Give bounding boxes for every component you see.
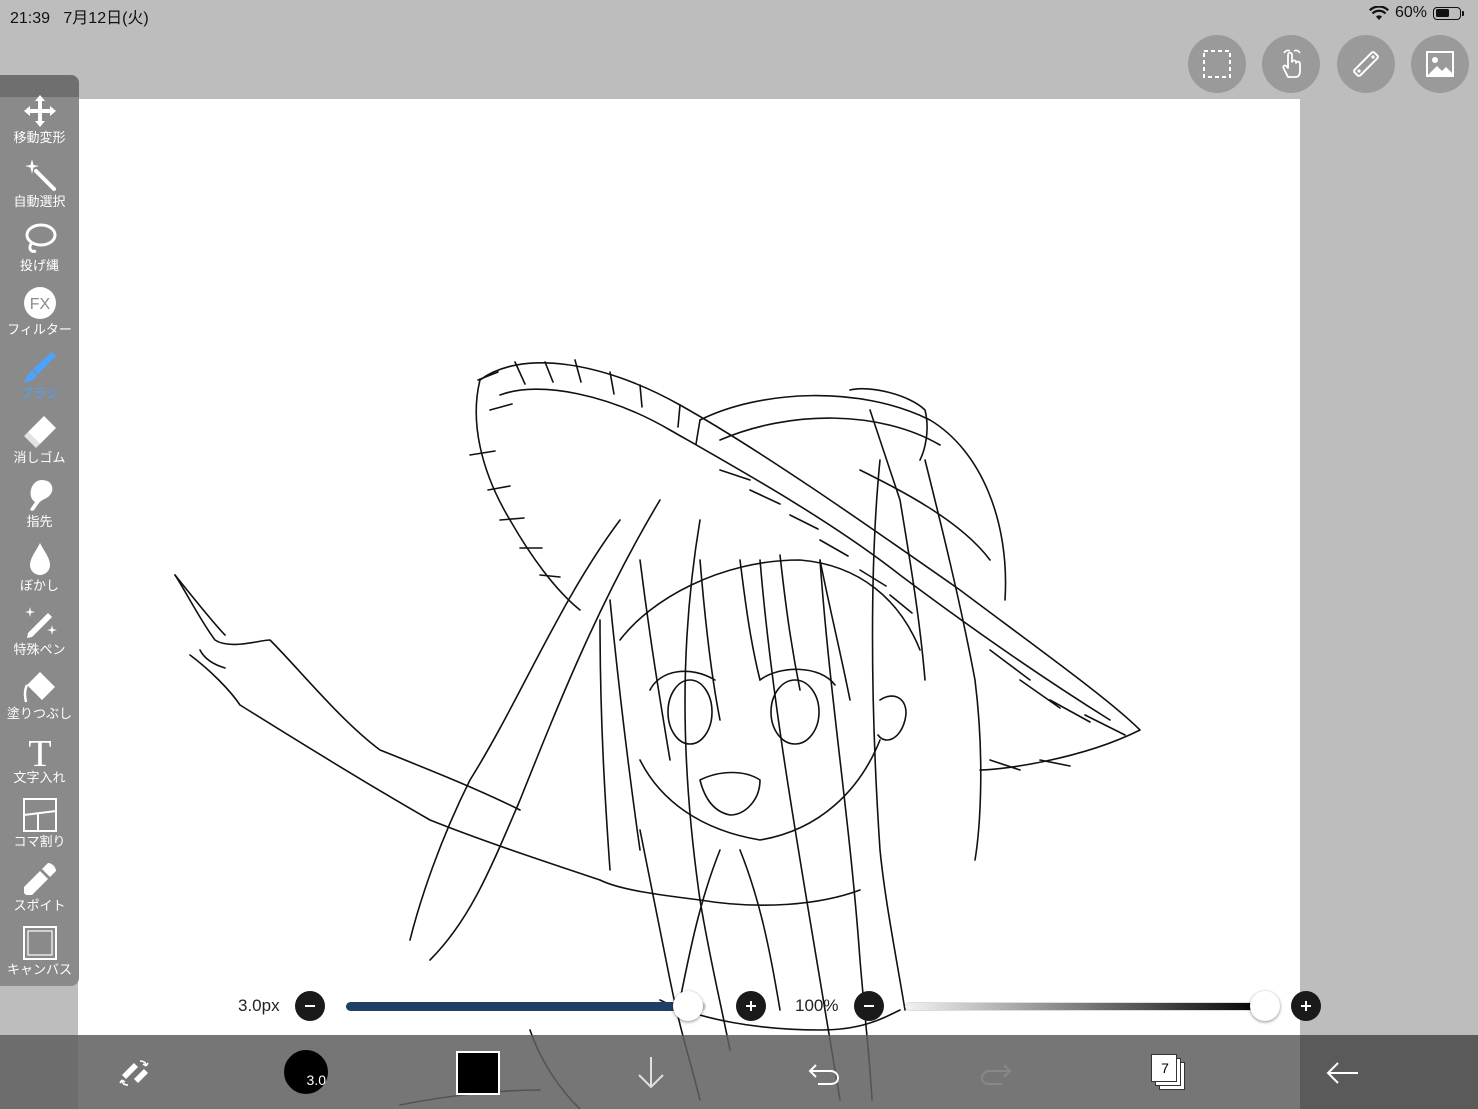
selection-icon <box>1203 50 1231 78</box>
bottom-toolbar: 3.0 <box>0 1035 1478 1109</box>
brush-size-button[interactable]: 3.0 <box>283 1049 329 1095</box>
date-text: 7月12日(火) <box>63 10 149 27</box>
status-bar: 21:39 7月12日(火) 60% <box>0 0 1478 28</box>
tool-label: 指先 <box>26 514 53 529</box>
eraser-icon <box>23 416 56 448</box>
tool-label: キャンバス <box>6 962 72 977</box>
opacity-value: 100% <box>795 996 839 1015</box>
size-minus-button[interactable] <box>295 991 325 1021</box>
minus-icon <box>305 1005 315 1007</box>
tool-label: スポイト <box>13 898 66 913</box>
tool-label: 自動選択 <box>13 194 66 209</box>
brush-icon <box>23 352 56 382</box>
lasso-icon <box>25 223 56 253</box>
slider-row: 3.0px 100% <box>0 988 1478 1026</box>
text-t-icon: T <box>28 733 51 769</box>
move-arrows-icon <box>23 95 56 127</box>
eyedropper-icon <box>23 863 56 895</box>
ruler-button[interactable] <box>1337 35 1395 93</box>
tool-blur[interactable]: ぼかし <box>0 535 79 599</box>
layers-icon: 7 <box>1151 1054 1177 1082</box>
tool-special-pen[interactable]: 特殊ペン <box>0 599 79 663</box>
opacity-plus-button[interactable] <box>1291 991 1321 1021</box>
redo-icon <box>980 1064 1012 1085</box>
undo-icon <box>808 1064 840 1085</box>
opacity-slider[interactable] <box>905 1002 1265 1011</box>
tool-label: コマ割り <box>13 834 66 849</box>
gesture-hand-icon <box>1282 49 1301 78</box>
swap-tool-button[interactable] <box>110 1049 158 1097</box>
swap-tool-icon <box>119 1060 149 1086</box>
tool-label: 特殊ペン <box>13 642 66 657</box>
tool-lasso[interactable]: 投げ縄 <box>0 215 79 279</box>
minus-icon <box>864 1005 874 1007</box>
tool-fill[interactable]: 塗りつぶし <box>0 663 79 727</box>
tool-sidebar: 移動変形 自動選択 投げ縄 FX フィルター ブラシ 消しゴム 指先 ぼかし 特… <box>0 75 79 986</box>
status-time: 21:39 7月12日(火) <box>10 4 149 28</box>
brush-size-label: 3.0 <box>306 1072 326 1088</box>
tool-label: 塗りつぶし <box>6 706 73 721</box>
ruler-icon <box>1353 51 1379 77</box>
size-slider-handle[interactable] <box>673 991 703 1021</box>
wifi-icon <box>1368 5 1389 20</box>
size-value: 3.0px <box>238 996 280 1015</box>
finger-smudge-icon <box>29 480 52 511</box>
opacity-minus-button[interactable] <box>854 991 884 1021</box>
bucket-icon <box>23 672 55 703</box>
opacity-slider-handle[interactable] <box>1250 991 1280 1021</box>
color-swatch[interactable] <box>456 1051 500 1095</box>
line-art <box>174 359 1141 1109</box>
download-icon <box>638 1057 664 1089</box>
plus-icon <box>1301 1001 1311 1011</box>
layers-button[interactable]: 7 <box>1151 1054 1187 1090</box>
tool-frame[interactable]: コマ割り <box>0 791 79 855</box>
tool-label: ぼかし <box>19 578 59 593</box>
download-button[interactable] <box>627 1049 675 1097</box>
canvas-icon <box>22 926 57 960</box>
size-slider-fill <box>346 1002 688 1011</box>
size-plus-button[interactable] <box>736 991 766 1021</box>
status-right: 60% <box>1368 4 1464 22</box>
image-material-icon <box>1426 51 1454 77</box>
size-slider[interactable] <box>346 1002 706 1011</box>
plus-icon <box>746 1001 756 1011</box>
redo-button[interactable] <box>972 1049 1020 1097</box>
gesture-button[interactable] <box>1262 35 1320 93</box>
svg-text:T: T <box>28 733 51 769</box>
back-button[interactable] <box>1318 1049 1366 1097</box>
drawing-canvas[interactable] <box>78 99 1300 1109</box>
drop-icon <box>29 543 50 575</box>
tool-move[interactable]: 移動変形 <box>0 87 79 151</box>
back-arrow-icon <box>1326 1062 1358 1084</box>
material-button[interactable] <box>1411 35 1469 93</box>
tool-magic-wand[interactable]: 自動選択 <box>0 151 79 215</box>
tool-label: 文字入れ <box>13 770 66 785</box>
selection-button[interactable] <box>1188 35 1246 93</box>
tool-label: 投げ縄 <box>19 258 59 273</box>
battery-percent: 60% <box>1394 4 1427 21</box>
sparkle-pen-icon <box>24 607 57 638</box>
tool-label: 移動変形 <box>13 130 66 145</box>
tool-eyedropper[interactable]: スポイト <box>0 855 79 919</box>
tool-brush[interactable]: ブラシ <box>0 343 79 407</box>
tool-eraser[interactable]: 消しゴム <box>0 407 79 471</box>
tool-filter[interactable]: FX フィルター <box>0 279 79 343</box>
tool-label: 消しゴム <box>13 450 66 465</box>
time-text: 21:39 <box>10 10 51 27</box>
frame-divider-icon <box>22 798 57 832</box>
undo-button[interactable] <box>800 1049 848 1097</box>
tool-label: ブラシ <box>20 386 59 401</box>
battery-nub <box>1462 10 1464 16</box>
tool-finger[interactable]: 指先 <box>0 471 79 535</box>
svg-text:FX: FX <box>29 296 50 313</box>
layer-count: 7 <box>1161 1060 1169 1076</box>
fx-icon: FX <box>23 287 56 319</box>
tool-label: フィルター <box>7 322 72 337</box>
tool-text[interactable]: T 文字入れ <box>0 727 79 791</box>
magic-wand-icon <box>24 159 56 191</box>
battery-icon <box>1433 6 1461 20</box>
tool-canvas[interactable]: キャンバス <box>0 919 79 983</box>
